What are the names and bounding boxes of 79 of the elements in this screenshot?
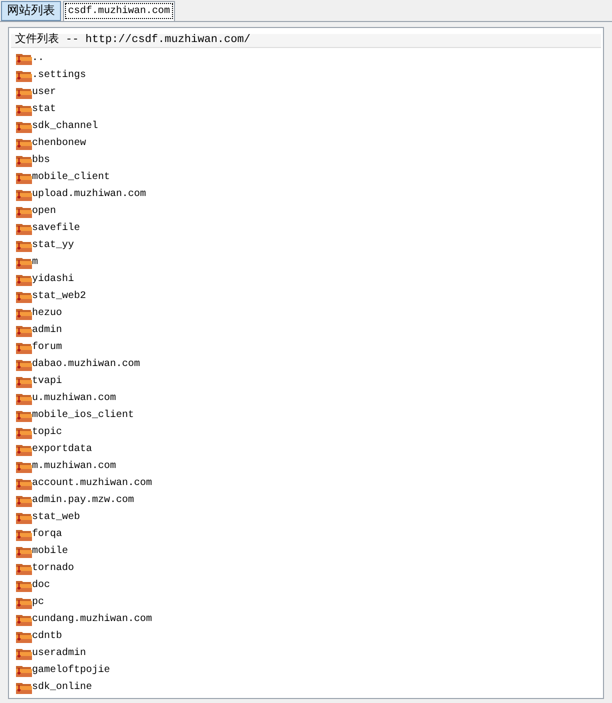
folder-name[interactable]: savefile	[32, 224, 80, 234]
tab[interactable]: 网站列表	[1, 1, 61, 21]
folder-icon	[16, 290, 32, 302]
folder-name[interactable]: stat_yy	[32, 240, 74, 250]
folder-icon	[16, 562, 32, 574]
folder-name[interactable]: mobile	[32, 546, 68, 556]
folder-icon	[16, 426, 32, 438]
folder-name[interactable]: sdk_online	[32, 682, 92, 692]
folder-name[interactable]: stat	[32, 104, 56, 114]
folder-name[interactable]: cdntb	[32, 632, 62, 642]
folder-name[interactable]: admin	[32, 326, 62, 336]
folder-icon	[16, 206, 32, 218]
folder-name[interactable]: mobile_ios_client	[32, 410, 134, 420]
folder-icon	[16, 546, 32, 558]
folder-name[interactable]: gameloftpojie	[32, 666, 110, 676]
folder-name[interactable]: ..	[32, 54, 44, 64]
folder-name[interactable]: tvapi	[32, 376, 62, 386]
folder-name[interactable]: cundang.muzhiwan.com	[32, 614, 152, 624]
folder-name[interactable]: admin.pay.mzw.com	[32, 496, 134, 506]
folder-icon	[16, 410, 32, 422]
folder-name[interactable]: u.muzhiwan.com	[32, 394, 116, 404]
folder-icon	[16, 324, 32, 336]
folder-name[interactable]: useradmin	[32, 648, 86, 658]
folder-icon	[16, 358, 32, 370]
folder-name[interactable]: account.muzhiwan.com	[32, 478, 152, 488]
folder-name[interactable]: open	[32, 206, 56, 216]
folder-icon	[16, 512, 32, 524]
folder-name[interactable]: topic	[32, 428, 62, 438]
folder-icon	[16, 478, 32, 490]
folder-name[interactable]: m	[32, 258, 38, 268]
folder-icon	[16, 154, 32, 166]
folder-icon	[16, 664, 32, 676]
folder-icon	[16, 580, 32, 592]
file-list-title: 文件列表 -- http://csdf.muzhiwan.com/	[14, 35, 250, 46]
folder-name[interactable]: stat_web2	[32, 292, 86, 302]
folder-name[interactable]: sdk_channel	[32, 122, 98, 132]
folder-icon	[16, 188, 32, 200]
folder-icon	[16, 256, 32, 268]
folder-icon	[16, 614, 32, 626]
folder-icon	[16, 528, 32, 540]
folder-name[interactable]: m.muzhiwan.com	[32, 462, 116, 472]
tab[interactable]: csdf.muzhiwan.com	[63, 1, 176, 21]
folder-icon	[16, 648, 32, 660]
folder-name[interactable]: forqa	[32, 530, 62, 540]
folder-name[interactable]: doc	[32, 580, 50, 590]
folder-name[interactable]: user	[32, 88, 56, 98]
folder-icon	[16, 240, 32, 252]
folder-name[interactable]: upload.muzhiwan.com	[32, 190, 146, 200]
folder-name[interactable]: bbs	[32, 156, 50, 166]
folder-icon	[16, 104, 32, 116]
folder-icon	[16, 138, 32, 150]
folder-name[interactable]: yidashi	[32, 274, 74, 284]
folder-name[interactable]: tornado	[32, 564, 74, 574]
folder-name[interactable]: .settings	[32, 70, 86, 80]
folder-icon	[16, 376, 32, 388]
folder-name[interactable]: exportdata	[32, 444, 92, 454]
folder-icon	[16, 308, 32, 320]
folder-icon	[16, 392, 32, 404]
folder-icon	[16, 52, 32, 64]
folder-icon	[16, 494, 32, 506]
folder-icon	[16, 682, 32, 694]
folder-name[interactable]: hezuo	[32, 308, 62, 318]
folder-name[interactable]: mobile_client	[32, 172, 110, 182]
folder-icon	[16, 596, 32, 608]
folder-icon	[16, 274, 32, 286]
folder-icon	[16, 120, 32, 132]
folder-name[interactable]: stat_web	[32, 512, 80, 522]
folder-name[interactable]: pc	[32, 598, 44, 608]
folder-name[interactable]: chenbonew	[32, 138, 86, 148]
folder-name[interactable]: dabao.muzhiwan.com	[32, 360, 140, 370]
folder-name[interactable]: forum	[32, 342, 62, 352]
folder-icon	[16, 70, 32, 82]
folder-icon	[16, 444, 32, 456]
folder-icon	[16, 86, 32, 98]
folder-icon	[16, 342, 32, 354]
folder-icon	[16, 460, 32, 472]
folder-icon	[16, 172, 32, 184]
folder-icon	[16, 222, 32, 234]
folder-icon	[16, 630, 32, 642]
